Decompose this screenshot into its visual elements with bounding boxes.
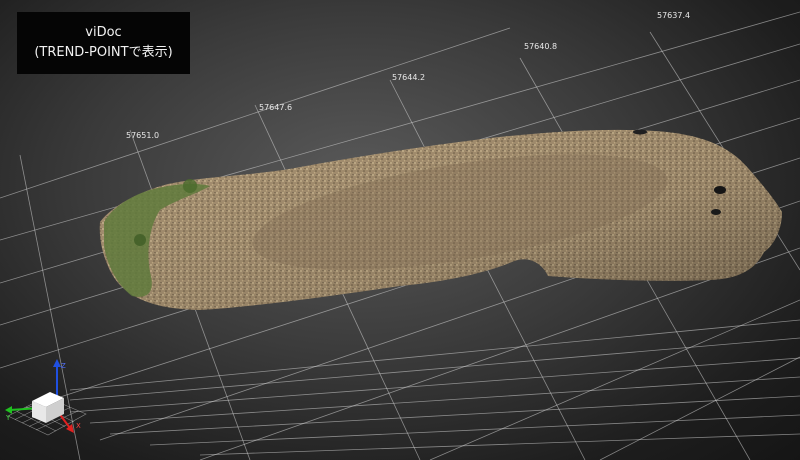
title-overlay: viDoc (TREND-POINTで表示) [17,12,190,74]
vegetation-clump [183,179,197,193]
grid-coordinate-label: 57640.8 [524,42,558,51]
z-axis-label: Z [61,362,66,370]
grid-coordinate-label: 57651.0 [126,131,160,140]
grid-coordinate-label: 57644.2 [392,73,426,82]
y-axis-arrow [5,406,12,414]
title-subtitle: (TREND-POINTで表示) [34,45,173,60]
dark-object [633,129,647,135]
title-app-name: viDoc [85,25,122,40]
grid-coordinate-label: 57637.4 [657,11,691,20]
vegetation-clump [134,234,146,246]
point-cloud[interactable] [99,129,783,311]
axis-gizmo[interactable]: Z Y X [5,359,87,436]
dark-object [714,186,726,194]
z-axis-arrow [53,359,61,367]
orientation-cube[interactable] [32,392,64,423]
x-axis-label: X [76,422,81,430]
grid-coordinate-label: 57647.6 [259,103,293,112]
dark-object [711,209,721,215]
y-axis-label: Y [5,414,11,422]
